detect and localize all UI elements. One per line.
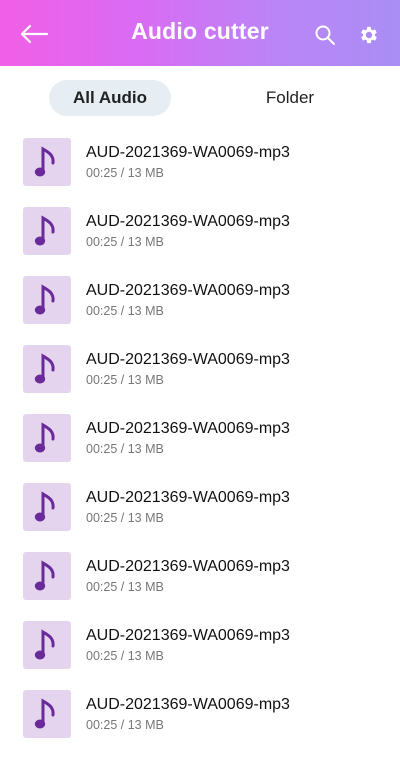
file-meta: 00:25 / 13 MB — [86, 442, 164, 456]
audio-thumbnail — [23, 552, 71, 600]
gear-icon — [361, 26, 377, 44]
file-meta: 00:25 / 13 MB — [86, 166, 164, 180]
file-name: AUD-2021369-WA0069-mp3 — [86, 282, 290, 299]
list-item[interactable]: AUD-2021369-WA0069-mp3 00:25 / 13 MB — [0, 621, 400, 673]
music-note-icon — [34, 215, 55, 246]
audio-thumbnail — [23, 690, 71, 738]
list-item[interactable]: AUD-2021369-WA0069-mp3 00:25 / 13 MB — [0, 276, 400, 328]
file-meta: 00:25 / 13 MB — [86, 373, 164, 387]
app-header: Audio cutter — [0, 0, 400, 66]
file-meta: 00:25 / 13 MB — [86, 580, 164, 594]
file-name: AUD-2021369-WA0069-mp3 — [86, 144, 290, 161]
list-item[interactable]: AUD-2021369-WA0069-mp3 00:25 / 13 MB — [0, 690, 400, 742]
music-note-icon — [34, 560, 55, 591]
audio-thumbnail — [23, 414, 71, 462]
audio-thumbnail — [23, 621, 71, 669]
list-item[interactable]: AUD-2021369-WA0069-mp3 00:25 / 13 MB — [0, 345, 400, 397]
list-item[interactable]: AUD-2021369-WA0069-mp3 00:25 / 13 MB — [0, 552, 400, 604]
music-note-icon — [34, 422, 55, 453]
file-name: AUD-2021369-WA0069-mp3 — [86, 558, 290, 575]
search-icon — [315, 25, 335, 45]
audio-thumbnail — [23, 276, 71, 324]
music-note-icon — [34, 629, 55, 660]
file-meta: 00:25 / 13 MB — [86, 649, 164, 663]
file-meta: 00:25 / 13 MB — [86, 511, 164, 525]
music-note-icon — [34, 284, 55, 315]
tab-all-audio[interactable]: All Audio — [49, 80, 171, 116]
audio-thumbnail — [23, 345, 71, 393]
audio-thumbnail — [23, 207, 71, 255]
music-note-icon — [34, 353, 55, 384]
search-button[interactable] — [310, 20, 340, 50]
file-name: AUD-2021369-WA0069-mp3 — [86, 213, 290, 230]
file-meta: 00:25 / 13 MB — [86, 718, 164, 732]
list-item[interactable]: AUD-2021369-WA0069-mp3 00:25 / 13 MB — [0, 483, 400, 535]
page-title: Audio cutter — [131, 18, 269, 44]
list-item[interactable]: AUD-2021369-WA0069-mp3 00:25 / 13 MB — [0, 414, 400, 466]
music-note-icon — [34, 698, 55, 729]
audio-thumbnail — [23, 138, 71, 186]
music-note-icon — [34, 146, 55, 177]
file-meta: 00:25 / 13 MB — [86, 235, 164, 249]
file-name: AUD-2021369-WA0069-mp3 — [86, 696, 290, 713]
file-name: AUD-2021369-WA0069-mp3 — [86, 420, 290, 437]
file-name: AUD-2021369-WA0069-mp3 — [86, 627, 290, 644]
audio-thumbnail — [23, 483, 71, 531]
file-name: AUD-2021369-WA0069-mp3 — [86, 351, 290, 368]
list-item[interactable]: AUD-2021369-WA0069-mp3 00:25 / 13 MB — [0, 207, 400, 259]
file-name: AUD-2021369-WA0069-mp3 — [86, 489, 290, 506]
tab-bar: All Audio Folder — [0, 80, 400, 118]
tab-folder[interactable]: Folder — [232, 80, 348, 116]
music-note-icon — [34, 491, 55, 522]
list-item[interactable]: AUD-2021369-WA0069-mp3 00:25 / 13 MB — [0, 138, 400, 190]
file-meta: 00:25 / 13 MB — [86, 304, 164, 318]
settings-button[interactable] — [354, 20, 384, 50]
